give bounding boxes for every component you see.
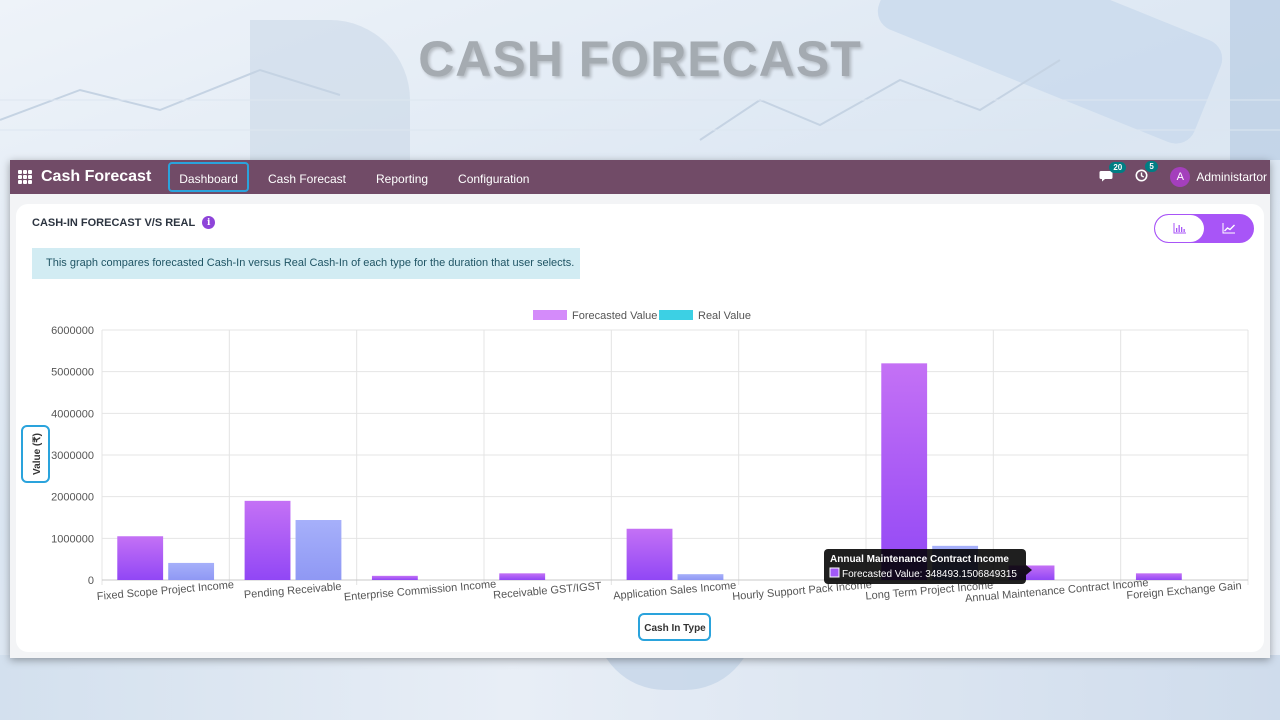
cash-in-bar-chart: 0 1000000 2000000 3000000 4000000 5000000 6000… <box>21 310 1249 641</box>
bar-real[interactable] <box>168 562 215 580</box>
app-window: Cash Forecast Dashboard Cash Forecast Re… <box>10 160 1270 658</box>
x-tick-label: Pending Receivable <box>243 581 342 601</box>
y-tick-label: 0 <box>88 575 94 587</box>
legend-swatch[interactable] <box>659 310 693 320</box>
y-tick-label: 6000000 <box>51 325 94 337</box>
background-shape <box>0 655 1280 720</box>
apps-menu-icon[interactable] <box>10 160 40 194</box>
app-brand[interactable]: Cash Forecast <box>41 168 151 186</box>
activities-badge: 5 <box>1145 161 1158 172</box>
y-tick-label: 4000000 <box>51 408 94 420</box>
messages-button[interactable]: 20 <box>1099 161 1127 185</box>
bar-forecasted[interactable] <box>117 536 164 580</box>
user-menu[interactable]: Administartor <box>1196 170 1267 184</box>
bar-forecasted[interactable] <box>499 573 546 580</box>
bar-forecasted[interactable] <box>626 528 673 580</box>
bar-forecasted[interactable] <box>1135 573 1182 580</box>
banner-title: CASH FORECAST <box>418 31 862 87</box>
y-tick-label: 5000000 <box>51 367 94 379</box>
x-tick-label: Enterprise Commission Income <box>343 578 496 603</box>
bar-forecasted[interactable] <box>244 500 291 580</box>
x-tick-label: Fixed Scope Project Income <box>96 579 234 603</box>
y-tick-label: 2000000 <box>51 492 94 504</box>
bar-real[interactable] <box>677 574 724 580</box>
dashboard-card: CASH-IN FORECAST V/S REAL i This graph c… <box>16 204 1264 652</box>
tooltip-title: Annual Maintenance Contract Income <box>830 554 1009 565</box>
avatar[interactable]: A <box>1170 167 1191 187</box>
y-axis-title: Value (₹) <box>32 433 43 475</box>
nav-cash-forecast[interactable]: Cash Forecast <box>257 162 357 192</box>
bar-forecasted[interactable] <box>371 575 418 580</box>
activities-button[interactable]: 5 <box>1135 161 1158 185</box>
legend-label[interactable]: Real Value <box>698 310 751 322</box>
x-tick-label: Application Sales Income <box>613 580 737 603</box>
nav-dashboard[interactable]: Dashboard <box>168 162 249 192</box>
nav-reporting[interactable]: Reporting <box>365 162 439 192</box>
x-axis-title: Cash In Type <box>644 623 706 634</box>
y-tick-label: 1000000 <box>51 533 94 545</box>
nav-configuration[interactable]: Configuration <box>447 162 540 192</box>
bar-real[interactable] <box>295 520 342 580</box>
tooltip-swatch <box>829 567 840 578</box>
legend-swatch[interactable] <box>533 310 567 320</box>
navbar-systray: 20 5 A Administartor <box>1099 160 1267 194</box>
x-tick-label: Receivable GST/IGST <box>493 580 603 601</box>
legend-label[interactable]: Forecasted Value <box>572 310 657 322</box>
bar-forecasted[interactable] <box>881 363 928 580</box>
top-navbar: Cash Forecast Dashboard Cash Forecast Re… <box>10 160 1270 194</box>
tooltip-value: Forecasted Value: 348493.1506849315 <box>842 569 1017 580</box>
y-tick-label: 3000000 <box>51 450 94 462</box>
messages-badge: 20 <box>1109 161 1127 173</box>
